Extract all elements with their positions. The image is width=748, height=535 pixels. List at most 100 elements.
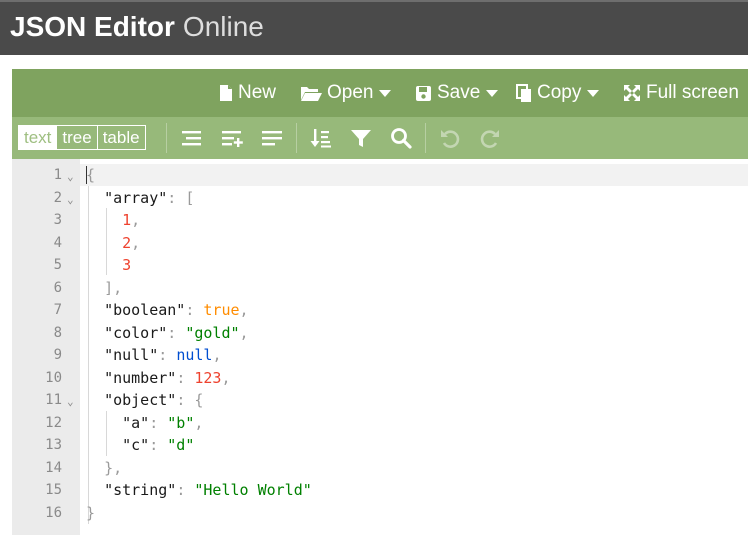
fullscreen-button[interactable]: Full screen (623, 81, 739, 105)
sort-icon[interactable] (309, 126, 333, 150)
fold-toggle-icon[interactable]: ⌄ (67, 189, 74, 212)
repair-icon[interactable] (260, 126, 284, 150)
gutter-row: 13 (12, 434, 80, 457)
code-line: "a": "b", (86, 412, 203, 435)
copy-icon (516, 83, 531, 102)
mode-text-button[interactable]: text (19, 126, 57, 149)
chevron-down-icon (486, 89, 499, 97)
fold-toggle-icon[interactable]: ⌄ (67, 166, 74, 189)
toolbar-divider (425, 123, 426, 153)
gutter-row: 16 (12, 502, 80, 525)
redo-icon[interactable] (478, 126, 502, 150)
line-number: 6 (53, 279, 62, 296)
mode-tree-button[interactable]: tree (56, 126, 96, 149)
code-token: "string" (104, 481, 177, 499)
code-line: 1, (86, 209, 140, 232)
code-token: 3 (122, 256, 132, 274)
code-line: "null": null, (86, 344, 221, 367)
line-number: 5 (53, 257, 62, 273)
line-number: 1 (53, 167, 62, 183)
line-number: 7 (53, 302, 62, 318)
menu-bar: New Open Save Copy Full screen (12, 69, 748, 117)
mode-table-button[interactable]: table (96, 126, 145, 149)
mode-switcher: text tree table (18, 125, 146, 150)
code-token: , (212, 346, 222, 364)
code-line: } (86, 502, 95, 525)
gutter-row: 11 ⌄ (12, 389, 80, 412)
code-token: null (176, 346, 213, 364)
gutter-row: 6 (12, 277, 80, 300)
chevron-down-icon (379, 89, 392, 97)
code-token: "d" (167, 436, 195, 454)
save-button[interactable]: Save (415, 81, 499, 105)
code-editor[interactable]: 1 ⌄ 2 ⌄ 3 4 5 6 7 8 9 10 11 ⌄ 12 13 14 15 16 { "array": [ … (12, 159, 748, 535)
line-number: 4 (53, 234, 62, 251)
line-number: 14 (45, 459, 62, 476)
code-token: "b" (167, 413, 195, 432)
code-token: "c" (122, 436, 150, 454)
code-token: "color" (104, 323, 168, 342)
code-token: "a" (122, 413, 150, 432)
code-token: 123 (194, 368, 222, 387)
toolbar-divider (166, 123, 167, 153)
code-token: : (185, 301, 204, 319)
gutter-row: 14 (12, 457, 80, 480)
copy-button[interactable]: Copy (516, 81, 600, 105)
gutter-row: 7 (12, 299, 80, 322)
chevron-down-icon (587, 89, 600, 97)
gutter-row: 4 (12, 232, 80, 255)
open-button[interactable]: Open (300, 81, 392, 105)
line-number: 10 (45, 369, 62, 386)
code-token: : (167, 323, 186, 342)
app-title-light: Online (182, 11, 264, 42)
line-number: 12 (45, 414, 62, 431)
fullscreen-label: Full screen (646, 82, 739, 103)
app-title: JSON Editor Online (10, 11, 264, 43)
filter-icon[interactable] (349, 126, 373, 150)
code-line: "c": "d" (86, 434, 194, 457)
code-token: : (176, 368, 195, 387)
code-token: : [ (167, 188, 195, 207)
undo-icon[interactable] (438, 126, 462, 150)
code-token: , (131, 211, 141, 229)
search-icon[interactable] (389, 126, 413, 150)
gutter-row: 5 (12, 254, 80, 277)
new-button[interactable]: New (219, 81, 276, 105)
code-token: , (194, 413, 204, 432)
gutter-row: 9 (12, 344, 80, 367)
code-token: "Hello World" (194, 481, 312, 499)
code-line: 2, (86, 232, 140, 255)
code-line: "number": 123, (86, 367, 231, 390)
code-line: "color": "gold", (86, 322, 249, 345)
line-number: 8 (53, 324, 62, 341)
gutter-row: 1 ⌄ (12, 164, 80, 187)
code-token: ], (104, 278, 123, 297)
app-header: JSON Editor Online (0, 0, 748, 55)
format-icon[interactable] (180, 126, 204, 150)
line-number-gutter: 1 ⌄ 2 ⌄ 3 4 5 6 7 8 9 10 11 ⌄ 12 13 14 15 16 (12, 159, 80, 535)
code-token: "object" (104, 391, 177, 409)
compact-icon[interactable] (220, 126, 244, 150)
toolbar-divider (296, 123, 297, 153)
save-label: Save (437, 82, 481, 103)
code-line: "boolean": true, (86, 299, 249, 322)
new-label: New (238, 82, 277, 103)
app-title-bold: JSON Editor (10, 11, 175, 42)
fold-toggle-icon[interactable]: ⌄ (67, 391, 74, 414)
active-line-highlight (80, 164, 748, 186)
code-line: "array": [ (86, 187, 194, 210)
code-line: ], (86, 277, 122, 300)
open-label: Open (327, 82, 374, 103)
code-token: 1 (122, 211, 132, 229)
save-icon (416, 85, 431, 101)
code-token: , (221, 368, 231, 387)
